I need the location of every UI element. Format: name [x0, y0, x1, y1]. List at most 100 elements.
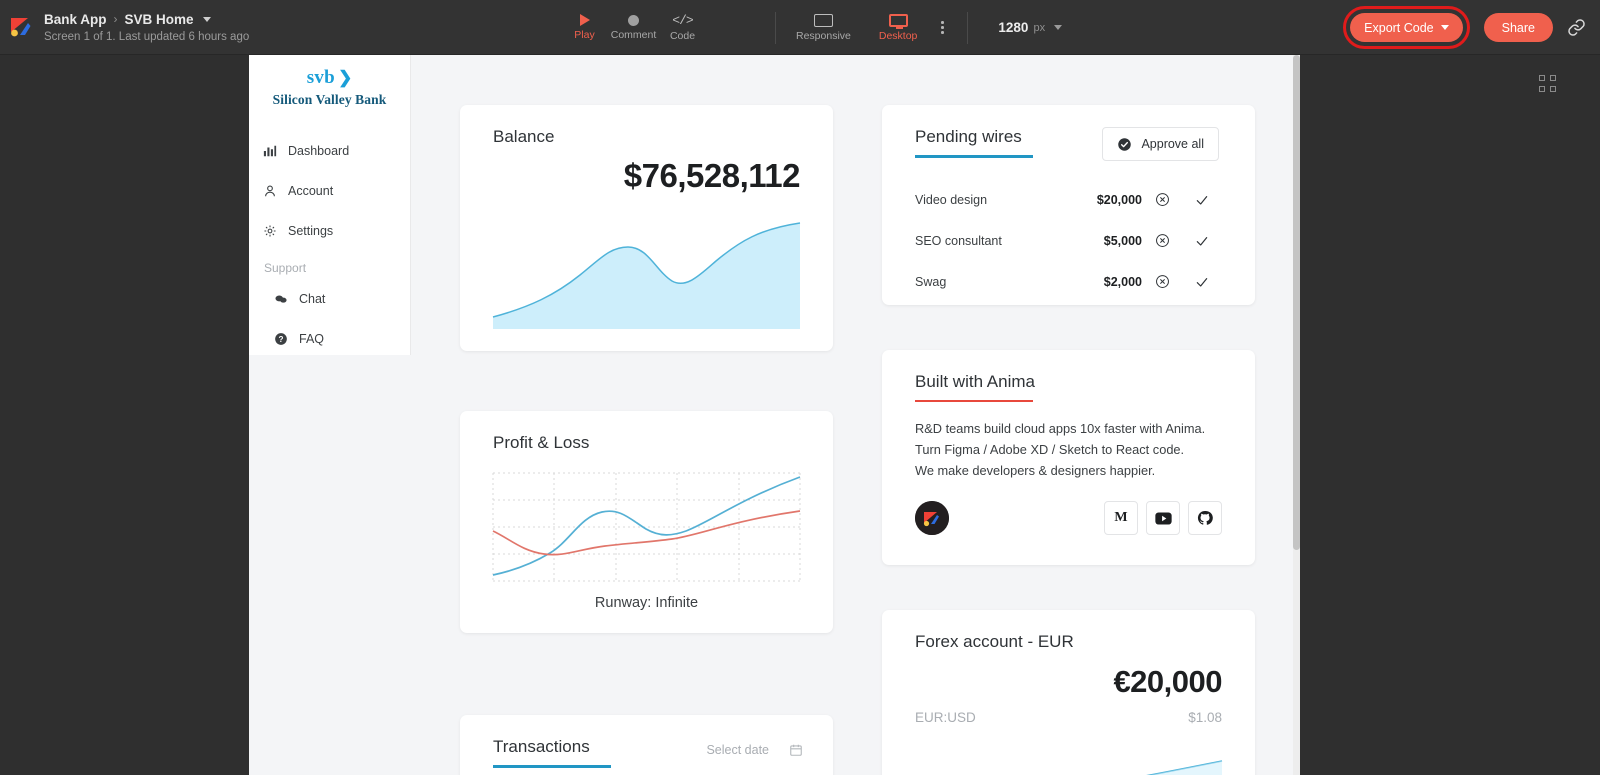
svb-logo-chevron-icon: ❯ [338, 68, 353, 87]
breadcrumb-project[interactable]: Bank App [44, 12, 107, 27]
play-icon [579, 14, 590, 27]
anima-badge-icon [915, 501, 949, 535]
pending-wires-card-title: Pending wires [915, 127, 1022, 146]
forex-pair-label: EUR:USD [915, 710, 976, 725]
balance-card: Balance $76,528,112 [460, 105, 833, 351]
forex-pair-value: $1.08 [1188, 710, 1222, 725]
transactions-title-underline [493, 765, 611, 768]
anima-social-links: M [1104, 501, 1222, 535]
balance-amount: $76,528,112 [623, 157, 801, 194]
built-with-anima-card: Built with Anima R&D teams build cloud a… [882, 350, 1255, 565]
balance-area-chart [492, 222, 801, 329]
svb-logo: svb ❯ Silicon Valley Bank [249, 55, 410, 108]
calendar-icon[interactable] [789, 743, 803, 757]
anima-body-line-1: R&D teams build cloud apps 10x faster wi… [915, 421, 1206, 436]
check-icon [1196, 236, 1208, 246]
topbar-left: Bank App › SVB Home Screen 1 of 1. Last … [0, 12, 249, 43]
svb-logo-top: svb [306, 67, 336, 88]
sidebar-item-chat[interactable]: Chat [249, 279, 410, 319]
gear-icon [264, 225, 276, 237]
tool-code[interactable]: </> Code [658, 0, 707, 55]
export-code-highlight-ring: Export Code [1343, 6, 1470, 49]
sidebar-item-dashboard[interactable]: Dashboard [249, 131, 410, 171]
anima-logo-icon[interactable] [8, 14, 34, 40]
device-desktop[interactable]: Desktop [873, 0, 924, 55]
transactions-card: Transactions Select date [460, 715, 833, 775]
pending-wires-list: Video design $20,000 SEO consultant $5,0… [882, 179, 1255, 302]
screen-status-text: Screen 1 of 1. Last updated 6 hours ago [44, 30, 250, 43]
canvas-stage: svb ❯ Silicon Valley Bank Dashboard Acco… [0, 55, 1600, 775]
sidebar-item-faq[interactable]: ? FAQ [249, 319, 410, 359]
pending-wires-title-underline [915, 155, 1033, 158]
link-icon[interactable] [1567, 18, 1586, 37]
forex-card-title: Forex account - EUR [915, 632, 1074, 651]
export-code-label: Export Code [1364, 20, 1434, 35]
reject-circle-icon [1155, 234, 1169, 247]
anima-card-body: R&D teams build cloud apps 10x faster wi… [882, 402, 1255, 481]
sidebar-item-settings-label: Settings [288, 224, 334, 238]
youtube-icon[interactable] [1146, 501, 1180, 535]
check-icon [1196, 277, 1208, 287]
sidebar-item-dashboard-label: Dashboard [288, 144, 350, 158]
profit-loss-card-title: Profit & Loss [493, 433, 590, 452]
canvas-width-selector[interactable]: 1280 px [998, 20, 1063, 35]
app-main-content: Balance $76,528,112 Profit & Loss Runway… [411, 55, 1293, 775]
wire-amount: $2,000 [1103, 274, 1142, 289]
transactions-card-title: Transactions [493, 737, 590, 756]
table-row: Swag $2,000 [882, 261, 1255, 302]
device-responsive-label: Responsive [796, 29, 851, 42]
share-button[interactable]: Share [1483, 13, 1553, 42]
question-circle-icon: ? [275, 333, 287, 345]
sidebar-item-settings[interactable]: Settings [249, 211, 410, 251]
check-circle-filled-icon [1118, 137, 1132, 151]
app-vertical-scrollbar[interactable] [1293, 55, 1300, 775]
topbar-right-actions: Export Code Share [1343, 0, 1586, 55]
export-code-button[interactable]: Export Code [1350, 13, 1463, 42]
wire-amount: $5,000 [1103, 233, 1142, 248]
sidebar-item-account[interactable]: Account [249, 171, 410, 211]
code-icon: </> [672, 12, 693, 28]
wire-approve-button[interactable] [1182, 274, 1222, 290]
table-row: Video design $20,000 [882, 179, 1255, 220]
reject-circle-icon [1155, 193, 1169, 206]
fullscreen-icon[interactable] [1539, 75, 1556, 92]
desktop-icon [888, 13, 908, 29]
wire-reject-button[interactable] [1142, 274, 1182, 289]
breadcrumb-separator: › [113, 12, 118, 26]
approve-all-button[interactable]: Approve all [1102, 127, 1219, 161]
breadcrumb-screen[interactable]: SVB Home [125, 12, 194, 27]
pending-wires-card: Pending wires Approve all Video design $… [882, 105, 1255, 305]
chevron-down-icon[interactable] [202, 16, 211, 22]
responsive-icon [813, 13, 833, 27]
anima-card-title: Built with Anima [915, 372, 1035, 391]
wire-approve-button[interactable] [1182, 233, 1222, 249]
device-responsive[interactable]: Responsive [790, 0, 857, 55]
tool-comment[interactable]: Comment [609, 0, 658, 55]
wire-approve-button[interactable] [1182, 192, 1222, 208]
tool-comment-label: Comment [610, 28, 657, 41]
kebab-menu-icon[interactable] [931, 0, 953, 55]
forex-account-card: Forex account - EUR €20,000 EUR:USD $1.0… [882, 610, 1255, 775]
anima-body-line-2: Turn Figma / Adobe XD / Sketch to React … [915, 442, 1185, 457]
app-scrollbar-thumb[interactable] [1293, 55, 1300, 550]
app-preview-artboard: svb ❯ Silicon Valley Bank Dashboard Acco… [249, 55, 1300, 775]
forex-line-chart [1146, 760, 1223, 775]
canvas-width-unit: px [1033, 21, 1046, 34]
sidebar-item-account-label: Account [288, 184, 334, 198]
wire-reject-button[interactable] [1142, 192, 1182, 207]
github-icon[interactable] [1188, 501, 1222, 535]
chevron-down-icon[interactable] [1054, 25, 1063, 30]
sidebar-group-support: Support [264, 261, 307, 275]
select-date-label[interactable]: Select date [706, 743, 769, 757]
medium-icon[interactable]: M [1104, 501, 1138, 535]
tool-play[interactable]: Play [560, 0, 609, 55]
tool-code-label: Code [669, 29, 696, 42]
sidebar-item-chat-label: Chat [299, 292, 326, 306]
wire-reject-button[interactable] [1142, 233, 1182, 248]
sidebar-item-faq-label: FAQ [299, 332, 325, 346]
device-desktop-label: Desktop [878, 29, 918, 42]
breadcrumb: Bank App › SVB Home Screen 1 of 1. Last … [44, 12, 249, 43]
toolbar-divider-1 [775, 11, 776, 44]
chevron-down-icon [1440, 25, 1449, 30]
forex-amount: €20,000 [1113, 664, 1222, 699]
